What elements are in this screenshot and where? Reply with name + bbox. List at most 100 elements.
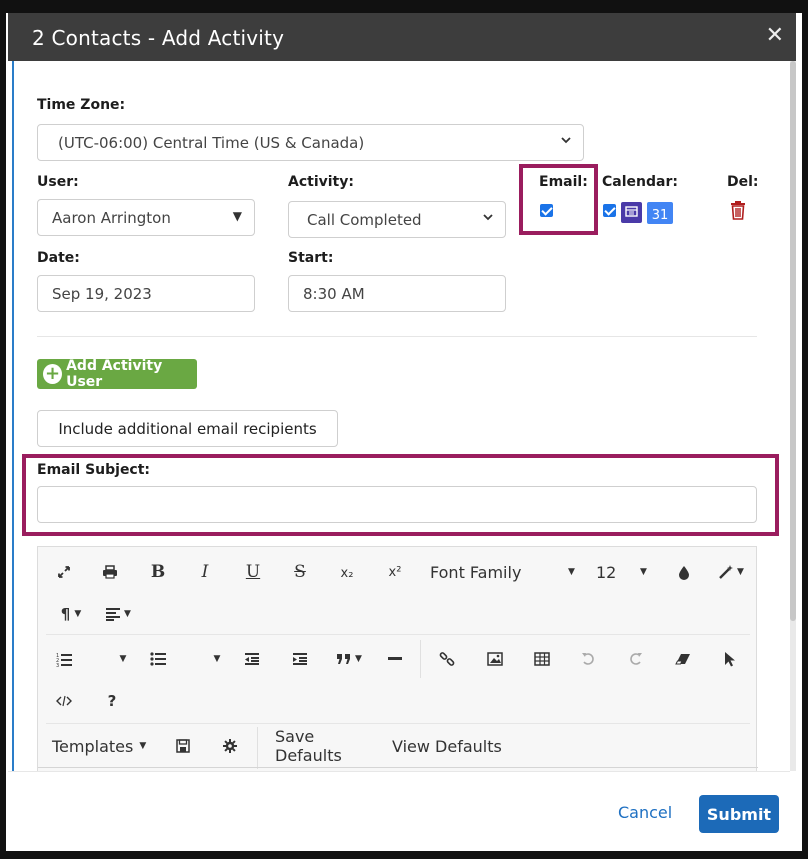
paragraph-icon: ¶ xyxy=(60,605,71,623)
redo-icon[interactable] xyxy=(624,646,648,672)
bold-button[interactable]: B xyxy=(146,559,170,585)
scrollbar-thumb[interactable] xyxy=(790,61,796,621)
email-subject-label: Email Subject: xyxy=(37,462,151,478)
email-subject-input[interactable] xyxy=(37,486,757,523)
include-recipients-button[interactable]: Include additional email recipients xyxy=(37,410,338,447)
calendar-day-text: 31 xyxy=(651,208,669,223)
timezone-value: (UTC-06:00) Central Time (US & Canada) xyxy=(58,133,365,152)
dialog-title-bar: 2 Contacts - Add Activity ✕ xyxy=(8,13,796,61)
timezone-label: Time Zone: xyxy=(37,97,126,113)
font-size-dropdown[interactable]: 12 ▼ xyxy=(596,559,648,585)
save-icon[interactable] xyxy=(171,733,195,759)
toolbar-divider xyxy=(46,634,750,635)
scrollbar[interactable] xyxy=(790,61,796,771)
editor-content-top-border xyxy=(38,767,758,768)
underline-button[interactable]: U xyxy=(241,559,265,585)
help-button[interactable]: ? xyxy=(100,688,124,714)
user-label: User: xyxy=(37,174,79,190)
horizontal-rule-icon[interactable] xyxy=(383,646,407,672)
link-icon[interactable] xyxy=(435,646,459,672)
date-input[interactable]: Sep 19, 2023 xyxy=(37,275,255,312)
chevron-down-icon xyxy=(561,137,571,144)
activity-select[interactable]: Call Completed xyxy=(288,201,506,238)
dialog-footer xyxy=(8,771,790,851)
caret-down-icon: ▼ xyxy=(737,567,744,577)
strikethrough-button[interactable]: S xyxy=(288,559,312,585)
superscript-button[interactable]: x² xyxy=(383,559,407,585)
email-checkbox[interactable] xyxy=(540,204,553,217)
toolbar-separator xyxy=(420,640,421,678)
table-icon[interactable] xyxy=(530,646,554,672)
timezone-select[interactable]: (UTC-06:00) Central Time (US & Canada) xyxy=(37,124,584,161)
italic-button[interactable]: I xyxy=(193,559,217,585)
align-dropdown[interactable]: ▼ xyxy=(100,601,136,627)
color-drop-icon[interactable] xyxy=(672,559,696,585)
unordered-list-icon[interactable] xyxy=(146,646,170,672)
plus-circle-icon: + xyxy=(43,363,63,384)
code-view-icon[interactable] xyxy=(52,688,76,714)
caret-down-icon: ▼ xyxy=(355,654,362,664)
magic-wand-icon[interactable]: ▼ xyxy=(713,559,749,585)
font-size-label: 12 xyxy=(596,562,617,582)
date-value: Sep 19, 2023 xyxy=(52,284,152,303)
save-defaults-button[interactable]: Save Defaults xyxy=(275,727,385,765)
email-highlight-box xyxy=(519,164,598,235)
caret-down-icon: ▼ xyxy=(568,567,575,577)
caret-down-icon: ▼ xyxy=(124,609,131,619)
image-icon[interactable] xyxy=(483,646,507,672)
blockquote-dropdown[interactable]: ▼ xyxy=(332,646,366,672)
outdent-icon[interactable] xyxy=(240,646,264,672)
start-time-input[interactable]: 8:30 AM xyxy=(288,275,506,312)
start-value: 8:30 AM xyxy=(303,284,365,303)
close-icon[interactable]: ✕ xyxy=(766,23,784,48)
undo-icon[interactable] xyxy=(576,646,600,672)
ordered-list-icon[interactable]: 123 xyxy=(52,646,76,672)
paragraph-dropdown[interactable]: ¶ ▼ xyxy=(54,601,88,627)
calendar-label: Calendar: xyxy=(602,174,678,190)
unordered-list-caret-icon[interactable]: ▼ xyxy=(210,646,224,672)
rich-text-editor: B I U S x₂ x² Font Family ▼ 12 ▼ ▼ ¶ ▼ ▼… xyxy=(37,546,758,786)
gear-icon[interactable] xyxy=(218,733,242,759)
user-value: Aaron Arrington xyxy=(52,208,171,227)
indent-icon[interactable] xyxy=(288,646,312,672)
ordered-list-caret-icon[interactable]: ▼ xyxy=(116,646,130,672)
start-label: Start: xyxy=(288,250,334,266)
dialog-title: 2 Contacts - Add Activity xyxy=(32,26,285,50)
cancel-button[interactable]: Cancel xyxy=(618,803,672,822)
eraser-icon[interactable] xyxy=(671,646,695,672)
section-divider xyxy=(37,336,757,337)
caret-down-icon: ▼ xyxy=(139,741,147,751)
templates-label: Templates xyxy=(52,736,134,756)
fullscreen-icon[interactable] xyxy=(52,559,76,585)
add-activity-user-label: Add Activity User xyxy=(66,358,163,390)
quote-icon xyxy=(337,654,351,664)
google-calendar-icon[interactable]: 31 xyxy=(647,202,673,224)
view-defaults-button[interactable]: View Defaults xyxy=(392,733,502,759)
left-accent xyxy=(12,15,14,845)
trash-icon[interactable] xyxy=(730,200,746,220)
subscript-button[interactable]: x₂ xyxy=(335,560,359,586)
include-recipients-label: Include additional email recipients xyxy=(58,419,317,438)
toolbar-divider xyxy=(46,723,750,724)
add-activity-user-button[interactable]: + Add Activity User xyxy=(37,358,197,390)
chevron-down-icon xyxy=(483,214,493,221)
outlook-calendar-icon[interactable] xyxy=(621,202,642,223)
cursor-select-icon[interactable] xyxy=(718,646,742,672)
caret-down-icon: ▼ xyxy=(232,209,242,223)
user-select[interactable]: Aaron Arrington ▼ xyxy=(37,199,255,236)
calendar-checkbox[interactable] xyxy=(603,204,616,217)
align-left-icon xyxy=(106,608,121,621)
caret-down-icon: ▼ xyxy=(74,609,82,619)
toolbar-separator xyxy=(257,727,258,769)
font-family-label: Font Family xyxy=(430,562,522,582)
date-label: Date: xyxy=(37,250,80,266)
print-icon[interactable] xyxy=(98,559,122,585)
templates-dropdown[interactable]: Templates ▼ xyxy=(52,733,156,759)
svg-text:3: 3 xyxy=(56,663,59,667)
activity-value: Call Completed xyxy=(307,210,422,229)
font-family-dropdown[interactable]: Font Family ▼ xyxy=(430,559,580,585)
del-label: Del: xyxy=(727,174,759,190)
activity-label: Activity: xyxy=(288,174,354,190)
caret-down-icon: ▼ xyxy=(640,567,647,577)
submit-button[interactable]: Submit xyxy=(699,795,779,833)
